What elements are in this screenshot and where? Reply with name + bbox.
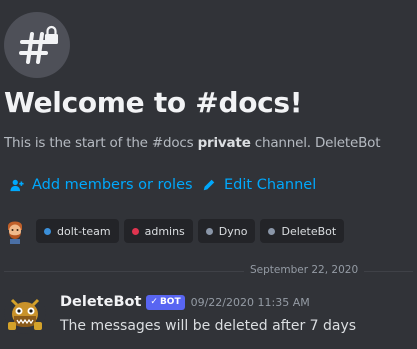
role-label: DeleteBot bbox=[281, 224, 337, 238]
add-user-icon bbox=[10, 179, 24, 192]
message-header: DeleteBot ✓ BOT 09/22/2020 11:35 AM bbox=[60, 294, 310, 310]
channel-roles-row: dolt-team admins Dyno DeleteBot bbox=[4, 218, 349, 244]
role-color-dot bbox=[131, 227, 139, 235]
bot-tag-label: BOT bbox=[159, 297, 181, 307]
description-private: private bbox=[197, 135, 251, 151]
role-label: Dyno bbox=[218, 224, 248, 238]
description-start: This is the start of the #docs bbox=[4, 135, 198, 151]
message-content: The messages will be deleted after 7 day… bbox=[60, 318, 357, 334]
welcome-title: Welcome to #docs! bbox=[4, 86, 303, 119]
member-avatar-icon[interactable] bbox=[4, 218, 26, 244]
role-label: admins bbox=[144, 224, 185, 238]
add-members-button[interactable]: Add members or roles bbox=[10, 177, 193, 193]
hashtag-lock-icon bbox=[19, 25, 58, 64]
description-end: channel. DeleteBot bbox=[250, 135, 381, 151]
role-pill-admins[interactable]: admins bbox=[123, 219, 193, 243]
edit-channel-label: Edit Channel bbox=[224, 177, 317, 193]
verified-check-icon: ✓ bbox=[150, 297, 158, 307]
role-color-dot bbox=[268, 227, 276, 235]
role-color-dot bbox=[44, 227, 51, 235]
add-members-label: Add members or roles bbox=[32, 177, 193, 193]
bot-avatar-icon[interactable] bbox=[4, 292, 46, 334]
role-pill-dyno[interactable]: Dyno bbox=[197, 219, 256, 243]
pencil-icon bbox=[203, 179, 215, 191]
role-pill-dolt-team[interactable]: dolt-team bbox=[36, 219, 119, 243]
date-divider-label: September 22, 2020 bbox=[244, 264, 365, 276]
channel-description: This is the start of the #docs private c… bbox=[4, 135, 381, 151]
role-pill-deletebot[interactable]: DeleteBot bbox=[260, 219, 345, 243]
role-color-dot bbox=[205, 227, 213, 235]
message-author[interactable]: DeleteBot bbox=[60, 294, 141, 310]
message-timestamp[interactable]: 09/22/2020 11:35 AM bbox=[191, 296, 310, 309]
edit-channel-button[interactable]: Edit Channel bbox=[202, 177, 316, 193]
role-label: dolt-team bbox=[57, 224, 111, 238]
bot-tag: ✓ BOT bbox=[146, 294, 185, 310]
channel-icon bbox=[4, 12, 70, 78]
